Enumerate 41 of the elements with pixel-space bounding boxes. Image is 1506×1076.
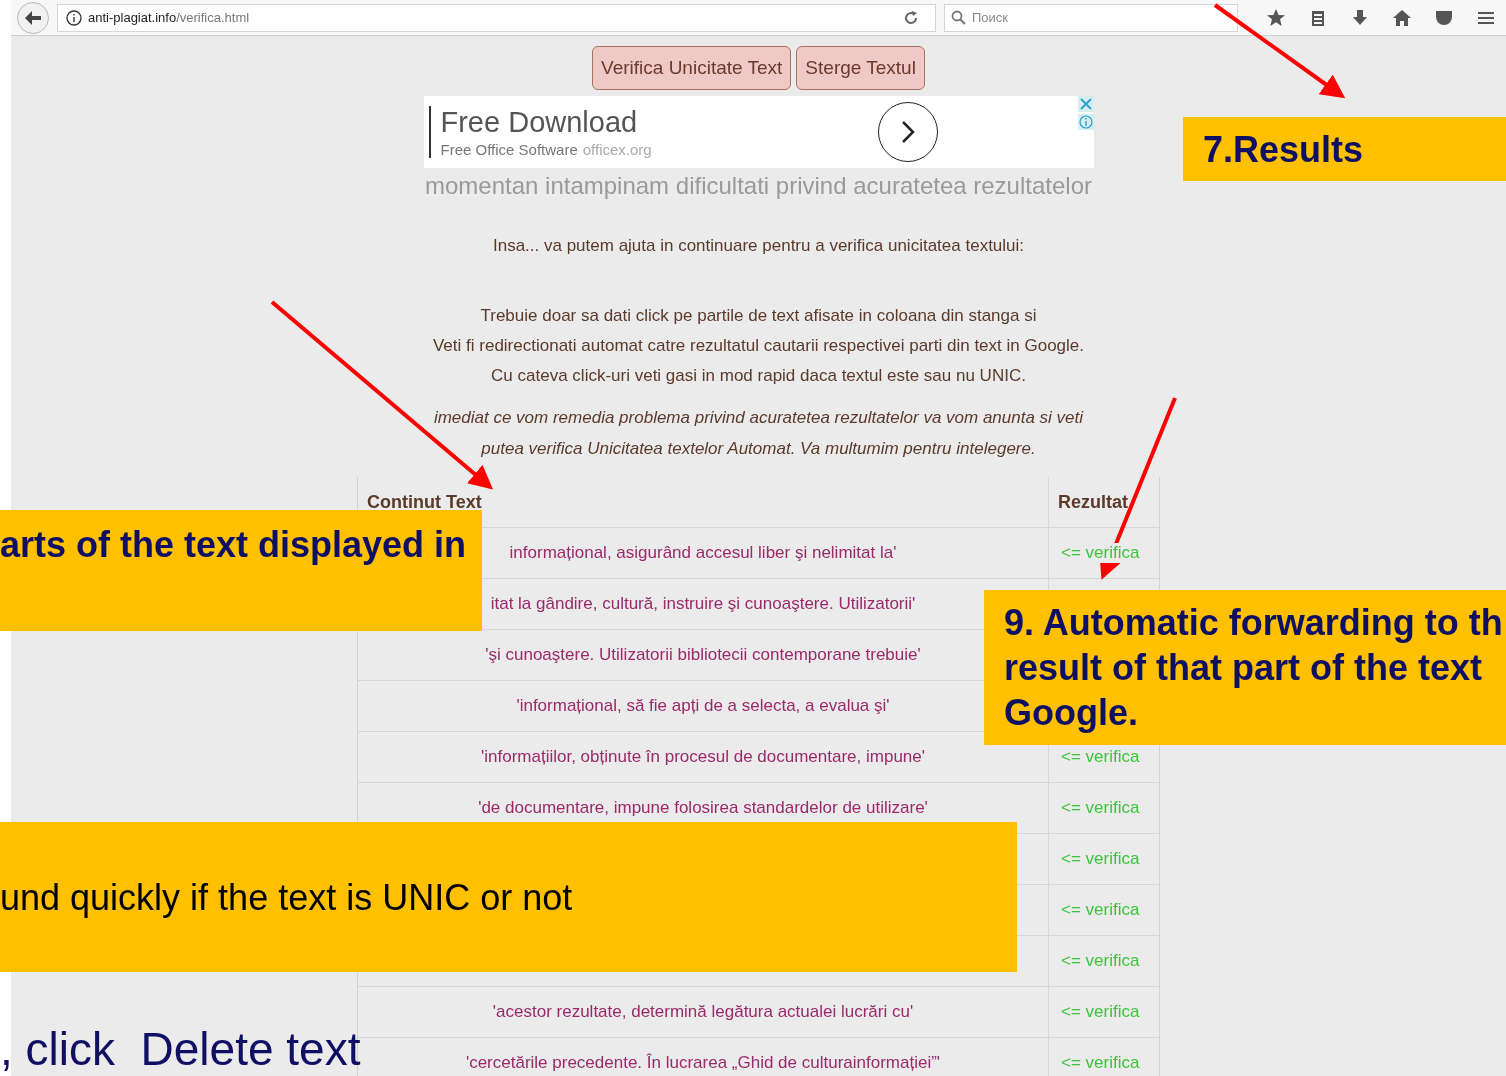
action-button[interactable]: Sterge Textul bbox=[796, 46, 925, 90]
callout-box: arts of the text displayed in bbox=[0, 510, 482, 631]
search-field[interactable]: Поиск bbox=[944, 3, 1238, 32]
ad-banner[interactable]: Free Download Free Office Software officex.org bbox=[423, 96, 1094, 168]
search-icon bbox=[951, 10, 966, 25]
text-fragment-link[interactable]: 'şi cunoaştere. Utilizatorii bibliotecii contemporane trebuie' bbox=[485, 645, 921, 665]
ad-subtitle: Free Office Software bbox=[440, 141, 578, 158]
instruction-line: Cu cateva click-uri veti gasi in mod rapid daca textul este sau nu UNIC. bbox=[491, 366, 1026, 386]
intro-text: Insa... va putem ajuta in continuare pentru a verifica unicitatea textului: bbox=[492, 236, 1025, 256]
text-fragment-link[interactable]: 'de documentare, impune folosirea standardelor de utilizare' bbox=[478, 798, 928, 818]
text-fragment-link[interactable]: itat la gândire, cultură, instruire şi cunoaştere. Utilizatorii' bbox=[490, 594, 916, 614]
info-icon bbox=[66, 9, 82, 26]
search-input[interactable]: Поиск bbox=[970, 9, 1204, 26]
ad-title: Free Download bbox=[440, 106, 639, 139]
callout-box: 7.Results bbox=[1183, 117, 1506, 181]
text-fragment-link[interactable]: 'cercetările precedente. În lucrarea „Ghid de culturainformației”' bbox=[465, 1053, 941, 1073]
url-host: anti-plagiat.info bbox=[88, 10, 177, 25]
caption-text: , click Delete text bbox=[0, 1022, 361, 1076]
note-line: imediat ce vom remedia problema privind acuratetea rezultatelor va vom anunta si veti bbox=[433, 408, 1084, 428]
action-button[interactable]: Verifica Unicitate Text bbox=[592, 46, 792, 90]
text-fragment-link[interactable]: 'informațional, să fie apți de a selecta, a evalua şi' bbox=[516, 696, 890, 716]
instruction-line: Veti fi redirectionati automat catre rezultatul cautarii respectivei parti din text in Google. bbox=[432, 336, 1084, 356]
address-bar[interactable]: anti-plagiat.info/verifica.html bbox=[57, 3, 936, 32]
home-icon[interactable] bbox=[1392, 7, 1412, 28]
close-icon[interactable] bbox=[1077, 96, 1094, 112]
note-line: putea verifica Unicitatea textelor Automat. Va multumim pentru intelegere. bbox=[481, 439, 1036, 459]
callout-box: und quickly if the text is UNIC or not bbox=[0, 822, 1017, 972]
text-fragment-link[interactable]: informațional, asigurând accesul liber şi nelimitat la' bbox=[509, 543, 897, 563]
reload-icon[interactable] bbox=[903, 9, 919, 26]
ad-domain: officex.org bbox=[582, 141, 652, 158]
text-fragment-link[interactable]: 'informațiilor, obținute în procesul de documentare, impune' bbox=[481, 747, 925, 767]
text-fragment-link[interactable]: 'acestor rezultate, determină legătura actualei lucrări cu' bbox=[492, 1002, 914, 1022]
instruction-line: Trebuie doar sa dati click pe partile de text afisate in coloana din stanga si bbox=[480, 306, 1037, 326]
url-path: /verifica.html bbox=[176, 10, 250, 25]
column-header: Rezultat bbox=[1048, 477, 1159, 527]
callout-box: 9. Automatic forwarding to th result of that part of the text Google. bbox=[984, 590, 1506, 745]
star-icon[interactable] bbox=[1266, 7, 1286, 28]
back-button[interactable] bbox=[17, 1, 49, 34]
notice-heading: momentan intampinam dificultati privind acuratetea rezultatelor bbox=[425, 172, 1092, 200]
back-arrow-icon bbox=[24, 9, 42, 26]
info-icon[interactable] bbox=[1077, 114, 1094, 130]
